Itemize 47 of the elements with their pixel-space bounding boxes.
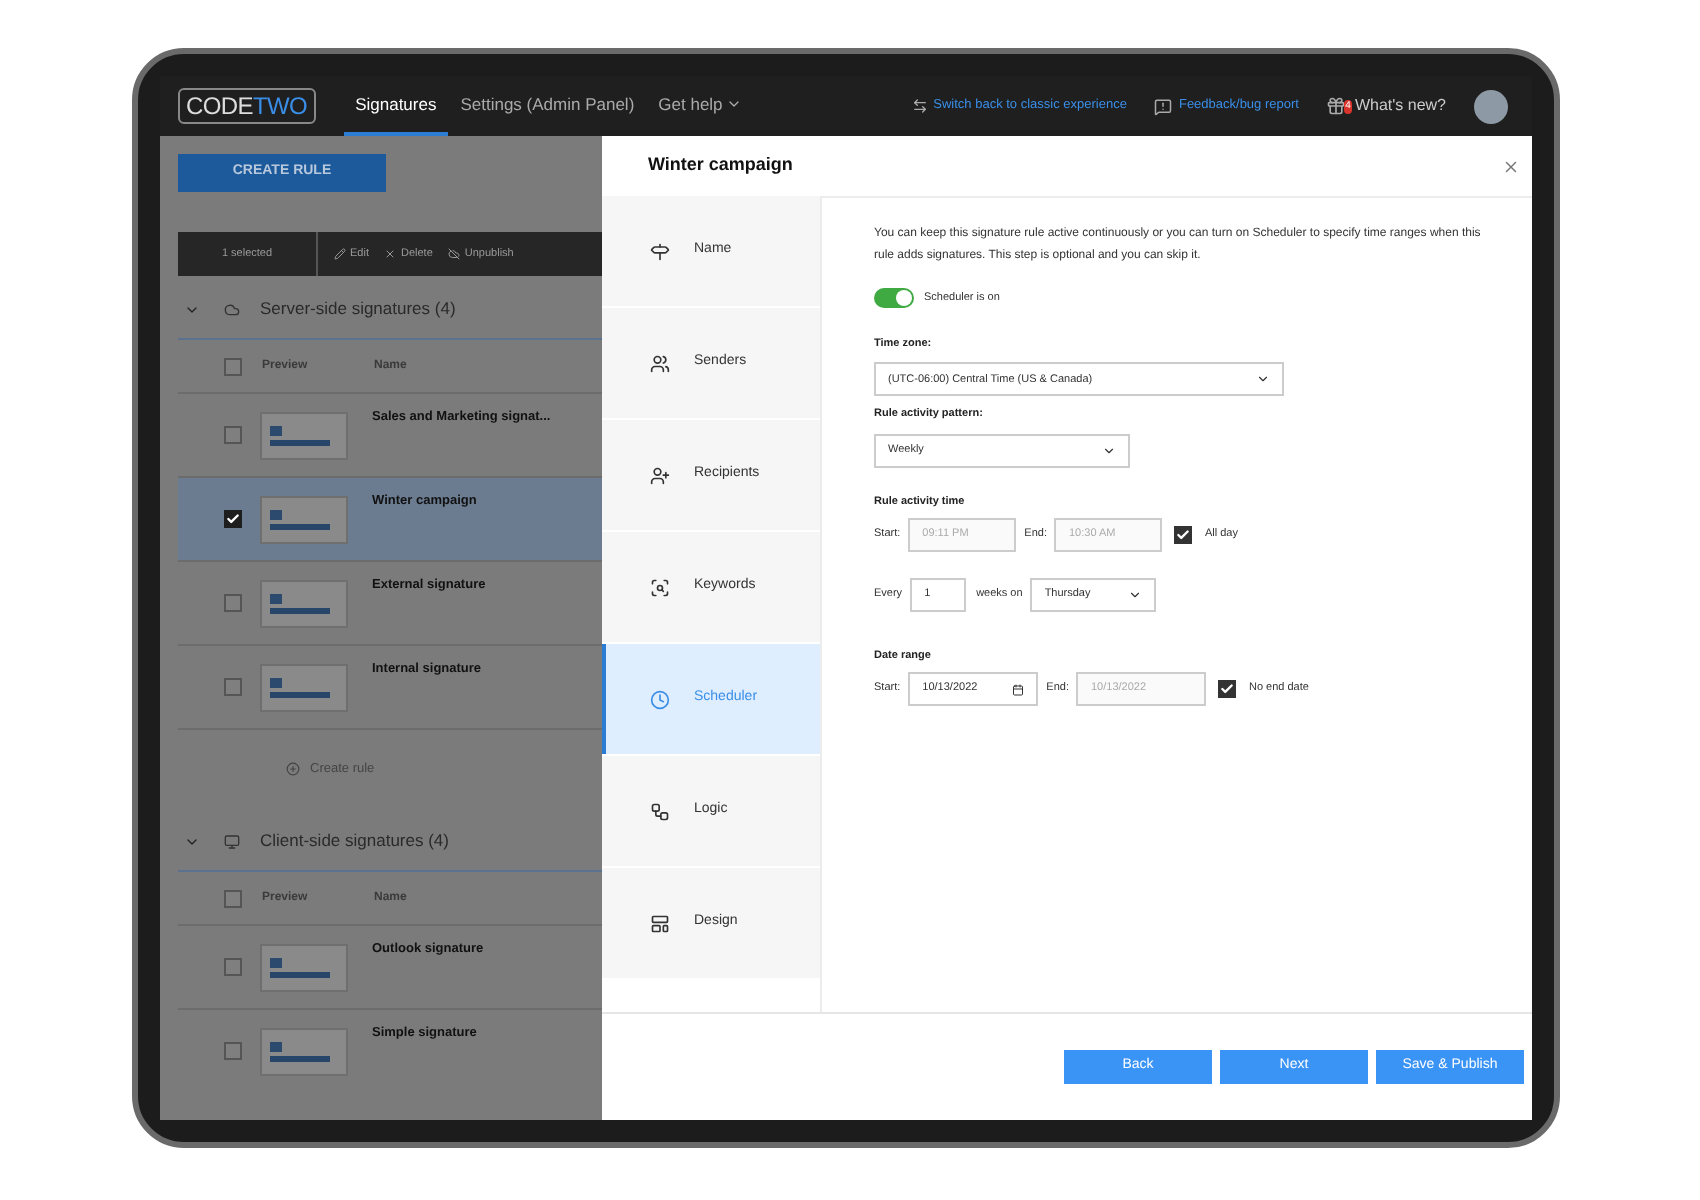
person-add-icon — [650, 465, 670, 485]
workflow-icon — [650, 801, 670, 821]
pencil-icon — [334, 248, 346, 260]
close-icon — [384, 248, 397, 260]
feedback-icon — [1154, 97, 1173, 115]
chevron-down-icon — [1256, 372, 1270, 387]
monitor-icon — [224, 833, 240, 849]
checkbox[interactable] — [224, 958, 242, 976]
scheduler-toggle[interactable] — [874, 288, 914, 308]
chevron-down-icon — [1128, 587, 1143, 602]
logo[interactable]: CODETWO — [178, 88, 316, 124]
checkbox[interactable] — [224, 357, 242, 375]
signature-thumbnail — [260, 579, 348, 627]
layout-icon — [650, 913, 670, 933]
close-icon[interactable] — [1502, 157, 1520, 175]
avatar[interactable] — [1474, 89, 1508, 123]
chevron-down-icon — [1102, 443, 1116, 457]
chevron-down-icon — [726, 96, 743, 112]
cloud-icon — [224, 301, 240, 317]
checkbox[interactable] — [1174, 525, 1193, 544]
nav-tab[interactable]: Settings (Admin Panel) — [448, 76, 647, 136]
signature-thumbnail — [260, 495, 348, 543]
signpost-icon — [650, 241, 670, 261]
swap-icon — [911, 98, 928, 114]
scan-icon — [650, 577, 670, 597]
checkbox[interactable] — [224, 678, 242, 696]
signature-thumbnail — [260, 411, 348, 459]
people-icon — [650, 353, 670, 373]
calendar-icon — [1012, 683, 1025, 695]
checkbox[interactable] — [224, 426, 242, 444]
signature-thumbnail — [260, 663, 348, 711]
checkbox[interactable] — [224, 594, 242, 612]
group-title: Server-side signatures (4) — [260, 296, 456, 322]
group-title: Client-side signatures (4) — [260, 828, 449, 854]
checkbox[interactable] — [224, 510, 242, 528]
checkbox[interactable] — [224, 889, 242, 907]
clock-icon — [650, 689, 670, 709]
checkbox[interactable] — [224, 1042, 242, 1060]
signature-thumbnail — [260, 1027, 348, 1075]
dialog-title: Winter campaign — [648, 152, 795, 179]
gift-icon — [1326, 96, 1347, 116]
add-icon — [286, 762, 300, 776]
signature-thumbnail — [260, 943, 348, 991]
whats-new-link[interactable]: What's new? — [1354, 94, 1446, 118]
checkbox[interactable] — [1218, 680, 1237, 698]
cloud-off-icon — [448, 248, 461, 260]
nav-tab[interactable]: Get help — [646, 76, 755, 136]
